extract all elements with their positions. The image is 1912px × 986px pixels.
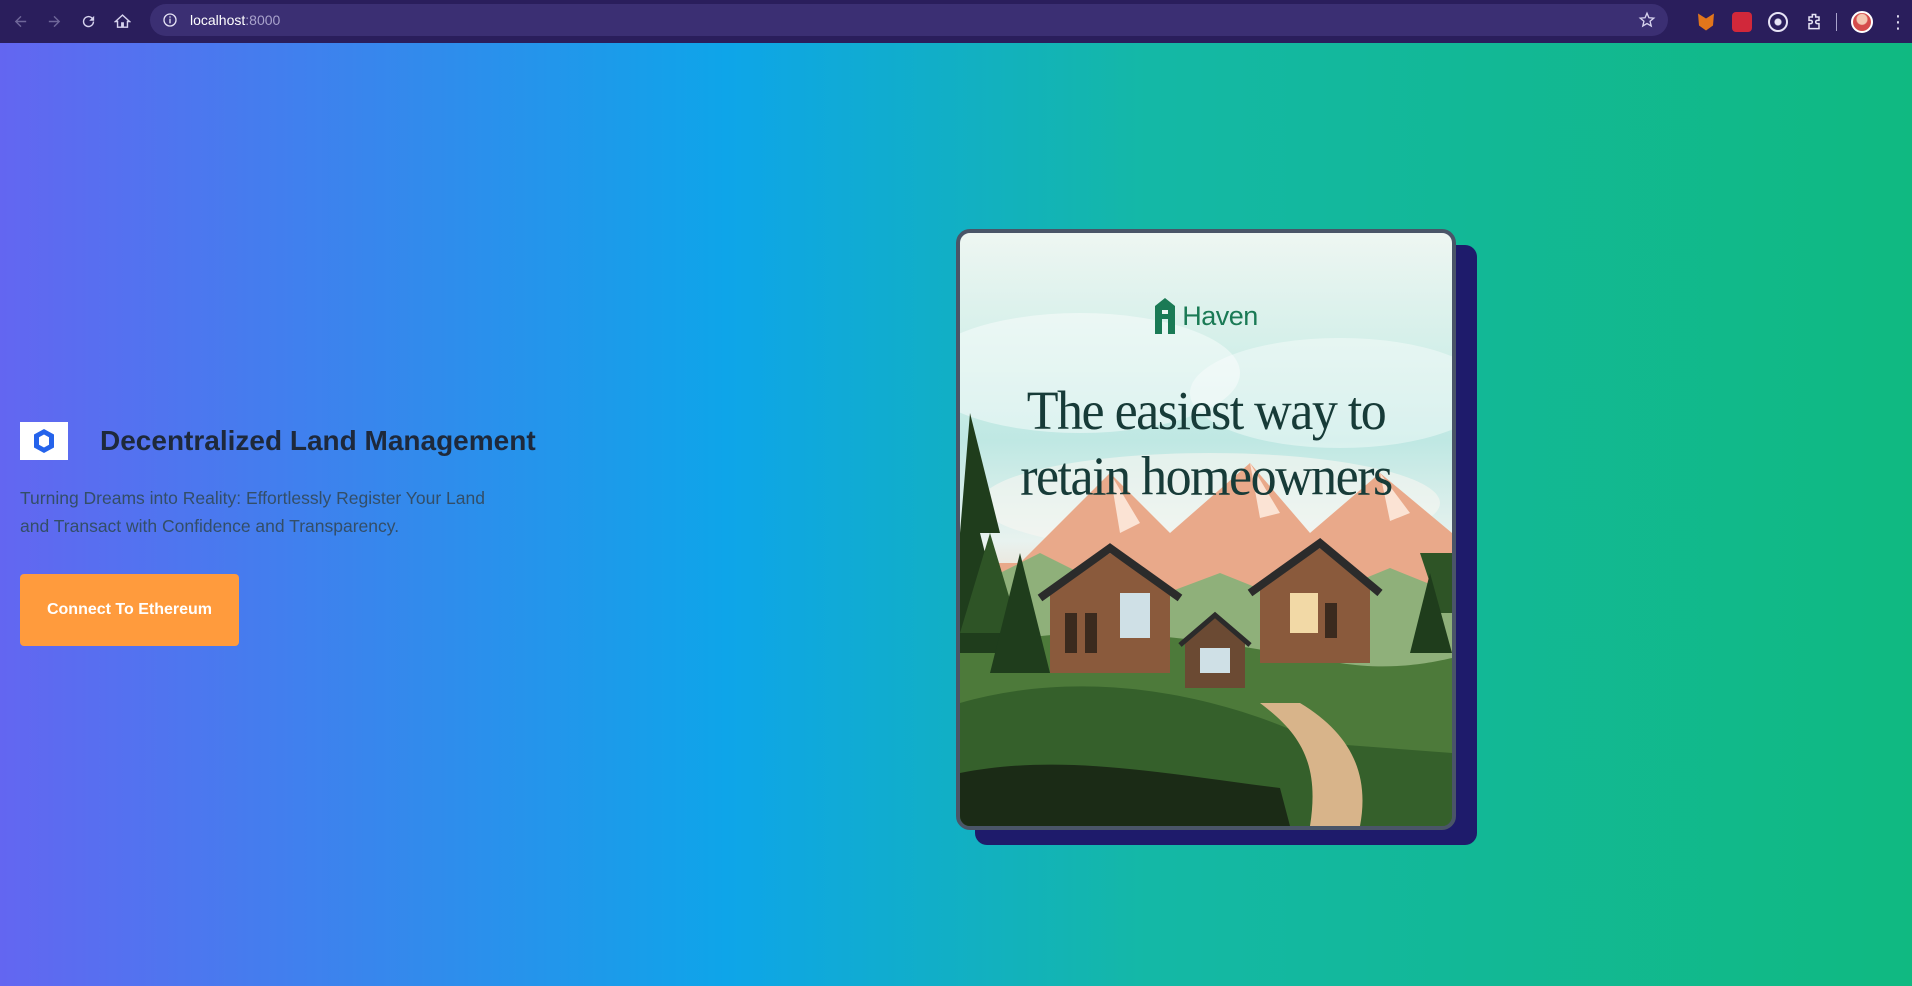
- target-extension-icon[interactable]: [1768, 11, 1788, 32]
- connect-ethereum-button[interactable]: Connect To Ethereum: [20, 574, 239, 646]
- site-info-icon[interactable]: [162, 12, 178, 28]
- hero-title: Decentralized Land Management: [100, 425, 536, 456]
- hero-section: Decentralized Land Management Turning Dr…: [20, 422, 580, 646]
- profile-avatar[interactable]: [1851, 10, 1873, 33]
- address-bar[interactable]: localhost:8000: [150, 4, 1668, 36]
- hexagon-logo-icon: [20, 422, 68, 460]
- forward-arrow-icon[interactable]: [40, 8, 68, 36]
- url-text: localhost:8000: [190, 12, 280, 28]
- bookmark-star-icon[interactable]: [1638, 11, 1656, 29]
- haven-brand-name: Haven: [1182, 300, 1258, 331]
- menu-kebab-icon[interactable]: ⋮: [1889, 13, 1907, 31]
- extensions-area: ⋮: [1680, 0, 1907, 43]
- page-background: Decentralized Land Management Turning Dr…: [0, 43, 1912, 986]
- red-extension-icon[interactable]: [1732, 11, 1752, 32]
- hero-subtitle: Turning Dreams into Reality: Effortlessl…: [20, 488, 485, 536]
- url-port: :8000: [245, 12, 281, 28]
- toolbar-divider: [1836, 12, 1837, 31]
- metamask-extension-icon[interactable]: [1698, 13, 1714, 31]
- reload-icon[interactable]: [74, 8, 102, 36]
- card-headline-line-1: The easiest way to: [1026, 382, 1387, 442]
- hero-brand-row: Decentralized Land Management: [20, 422, 580, 460]
- card-headline-line-2: retain homeowners: [1020, 447, 1393, 507]
- card-headline: The easiest way to retain homeowners: [960, 380, 1452, 510]
- url-host: localhost: [190, 12, 246, 28]
- haven-house-icon: [1155, 298, 1176, 334]
- back-arrow-icon[interactable]: [6, 8, 34, 36]
- home-icon[interactable]: [108, 8, 136, 36]
- haven-promo-card: Haven The easiest way to retain homeowne…: [956, 229, 1456, 830]
- extensions-puzzle-icon[interactable]: [1804, 12, 1824, 32]
- browser-toolbar: localhost:8000 ⋮: [0, 0, 1912, 43]
- haven-brand: Haven: [960, 297, 1452, 335]
